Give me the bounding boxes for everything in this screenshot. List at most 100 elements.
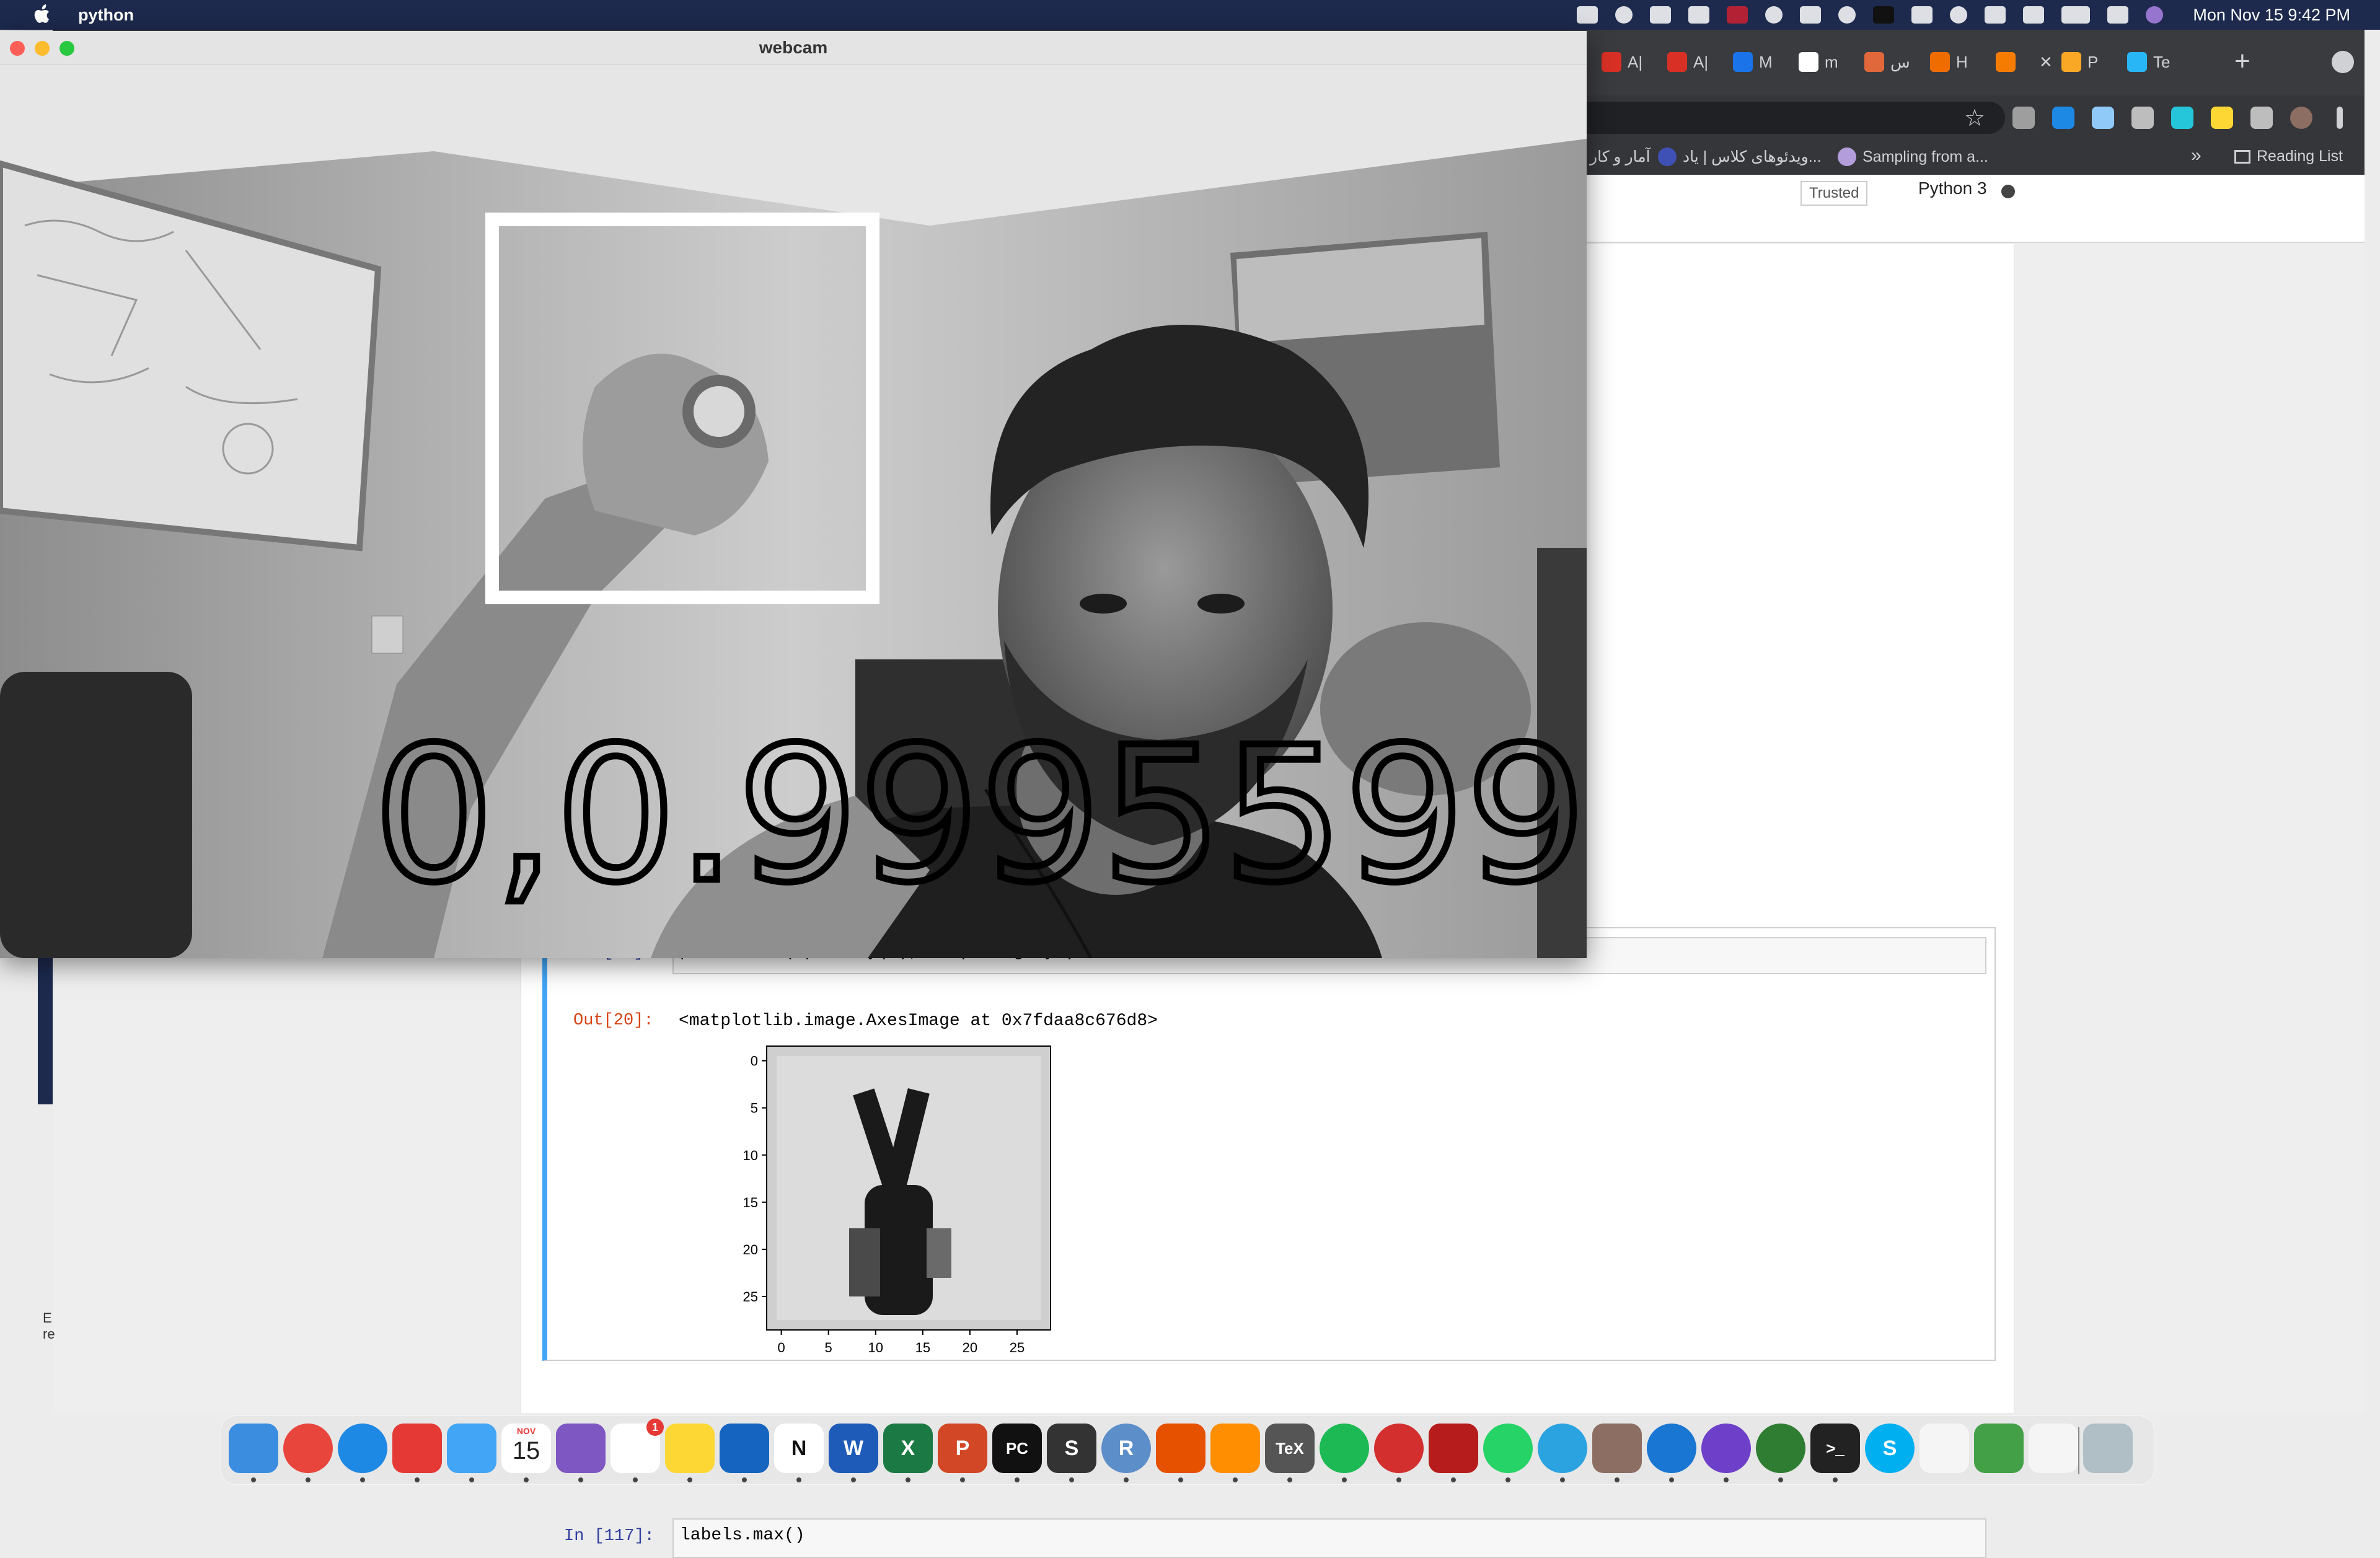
opera-icon[interactable] [1374,1424,1424,1473]
extension-icon[interactable] [2171,107,2193,129]
layout-icon[interactable] [1911,6,1933,24]
siri-icon[interactable] [2146,6,2164,24]
terminal-icon[interactable]: >_ [1810,1424,1860,1473]
browser-tab[interactable]: A| [1602,43,1642,81]
browser-tab[interactable]: A| [1667,43,1708,81]
preview-icon[interactable] [1592,1424,1642,1473]
active-app-name[interactable]: python [78,6,134,25]
tab-label: Te [2153,52,2171,71]
activity-icon[interactable] [1756,1424,1805,1473]
notes-icon[interactable] [665,1424,715,1473]
extension-icon[interactable] [2250,107,2273,129]
wifi-off-icon[interactable] [2023,6,2045,24]
notion-icon[interactable]: N [774,1424,824,1473]
powerpoint-icon[interactable]: P [938,1424,987,1473]
browser-tab[interactable]: M [1733,43,1773,81]
minimize-window-button[interactable] [35,41,50,56]
tab-label: H [1956,52,1968,71]
hat-icon[interactable] [1873,6,1895,24]
browser-tab[interactable]: س [1864,43,1910,81]
vlc-icon[interactable] [1210,1424,1260,1473]
mail-red-icon[interactable] [392,1424,442,1473]
spotify-icon[interactable] [1320,1424,1369,1473]
command-icon[interactable] [1800,6,1822,24]
browser-tab[interactable]: m [1799,43,1838,81]
control-center-icon[interactable] [2107,6,2129,24]
excel-icon[interactable]: X [883,1424,933,1473]
tab-search-icon[interactable] [2332,51,2354,73]
zoom-window-button[interactable] [60,41,74,56]
dock-glyph: W [843,1436,864,1460]
chrome-icon[interactable] [283,1424,333,1473]
menu-clock[interactable]: Mon Nov 15 9:42 PM [2193,6,2350,25]
pycharm-icon[interactable]: PC [992,1424,1042,1473]
telegram-icon[interactable] [1538,1424,1587,1473]
memory-icon[interactable] [1985,6,2006,24]
reminders-icon[interactable]: 1 [610,1419,664,1473]
app-icon[interactable] [1650,6,1672,24]
browser-menu-icon[interactable] [2337,107,2343,129]
bookmark-star-icon[interactable]: ☆ [1964,104,1985,132]
next-cell-input[interactable]: labels.max() [672,1518,1986,1558]
battery-icon[interactable] [2061,6,2091,24]
r-icon[interactable]: R [1101,1424,1151,1473]
dock-glyph: P [955,1436,970,1460]
tasks-icon[interactable] [720,1424,769,1473]
browser-tab[interactable]: H [1930,43,1968,81]
y-tick-label: 20 [743,1242,758,1257]
extension-icon[interactable] [2211,107,2233,129]
calendar-icon[interactable]: NOV 15 [501,1424,551,1473]
new-tab-button[interactable]: + [2234,46,2250,77]
matlab-icon[interactable] [1156,1424,1205,1473]
skype-icon[interactable]: S [1865,1424,1915,1473]
safari-icon[interactable] [338,1424,387,1473]
tab-favicon [1733,52,1753,72]
y-axis: 0 5 10 15 20 25 [743,1054,767,1305]
trusted-indicator[interactable]: Trusted [1800,181,1868,206]
cloud-icon[interactable] [1765,6,1783,24]
extension-icon[interactable] [2131,107,2154,129]
dropbox-icon[interactable] [1577,6,1598,24]
word-icon[interactable]: W [829,1424,878,1473]
us-flag-icon[interactable] [1727,6,1748,24]
running-indicator [1833,1477,1838,1482]
play-icon[interactable] [1950,6,1968,24]
bookmark-item[interactable]: Sampling from a... [1838,147,1988,166]
extension-icon[interactable] [2092,107,2114,129]
github-icon[interactable] [1701,1424,1751,1473]
browser-tab[interactable]: P [2061,43,2098,81]
document-icon[interactable] [1919,1424,1969,1473]
extension-icon[interactable] [2012,107,2035,129]
trash-icon[interactable] [2083,1424,2133,1473]
webcam-titlebar[interactable]: webcam [0,31,1587,64]
browser-tab[interactable]: Te [2127,43,2170,81]
close-tab-icon[interactable]: ✕ [2039,53,2053,72]
whatsapp-icon[interactable] [1483,1424,1533,1473]
app-icon[interactable] [1688,6,1710,24]
rocket-icon[interactable] [556,1424,606,1473]
search-icon[interactable] [1838,6,1856,24]
mail-icon[interactable] [447,1424,496,1473]
bookmarks-overflow-button[interactable]: » [2191,145,2202,166]
extension-icon[interactable] [2052,107,2074,129]
kernel-name[interactable]: Python 3 [1918,178,1987,198]
texmaker-icon[interactable]: TeX [1265,1424,1315,1473]
acrobat-icon[interactable] [1429,1424,1478,1473]
ok-sign-ring [682,375,756,448]
finder-icon[interactable] [229,1424,278,1473]
apple-icon[interactable] [27,0,57,30]
document2-icon[interactable] [2029,1424,2078,1473]
extension-icon[interactable] [2290,107,2312,129]
tab-favicon [1930,52,1950,72]
status-icon[interactable] [1615,6,1633,24]
running-indicator [1451,1477,1456,1482]
sublime-icon[interactable]: S [1047,1424,1096,1473]
bookmark-item[interactable]: ویدئوهای کلاس | یاد... [1658,147,1822,166]
close-window-button[interactable] [10,41,25,56]
bookmark-item[interactable]: آمار و کار [1590,147,1651,166]
numbers-icon[interactable] [1974,1424,2024,1473]
running-indicator [1233,1477,1238,1482]
maps-icon[interactable] [1647,1424,1696,1473]
browser-tab[interactable]: ✕ [1996,43,2053,81]
reading-list-button[interactable]: Reading List [2234,147,2343,165]
